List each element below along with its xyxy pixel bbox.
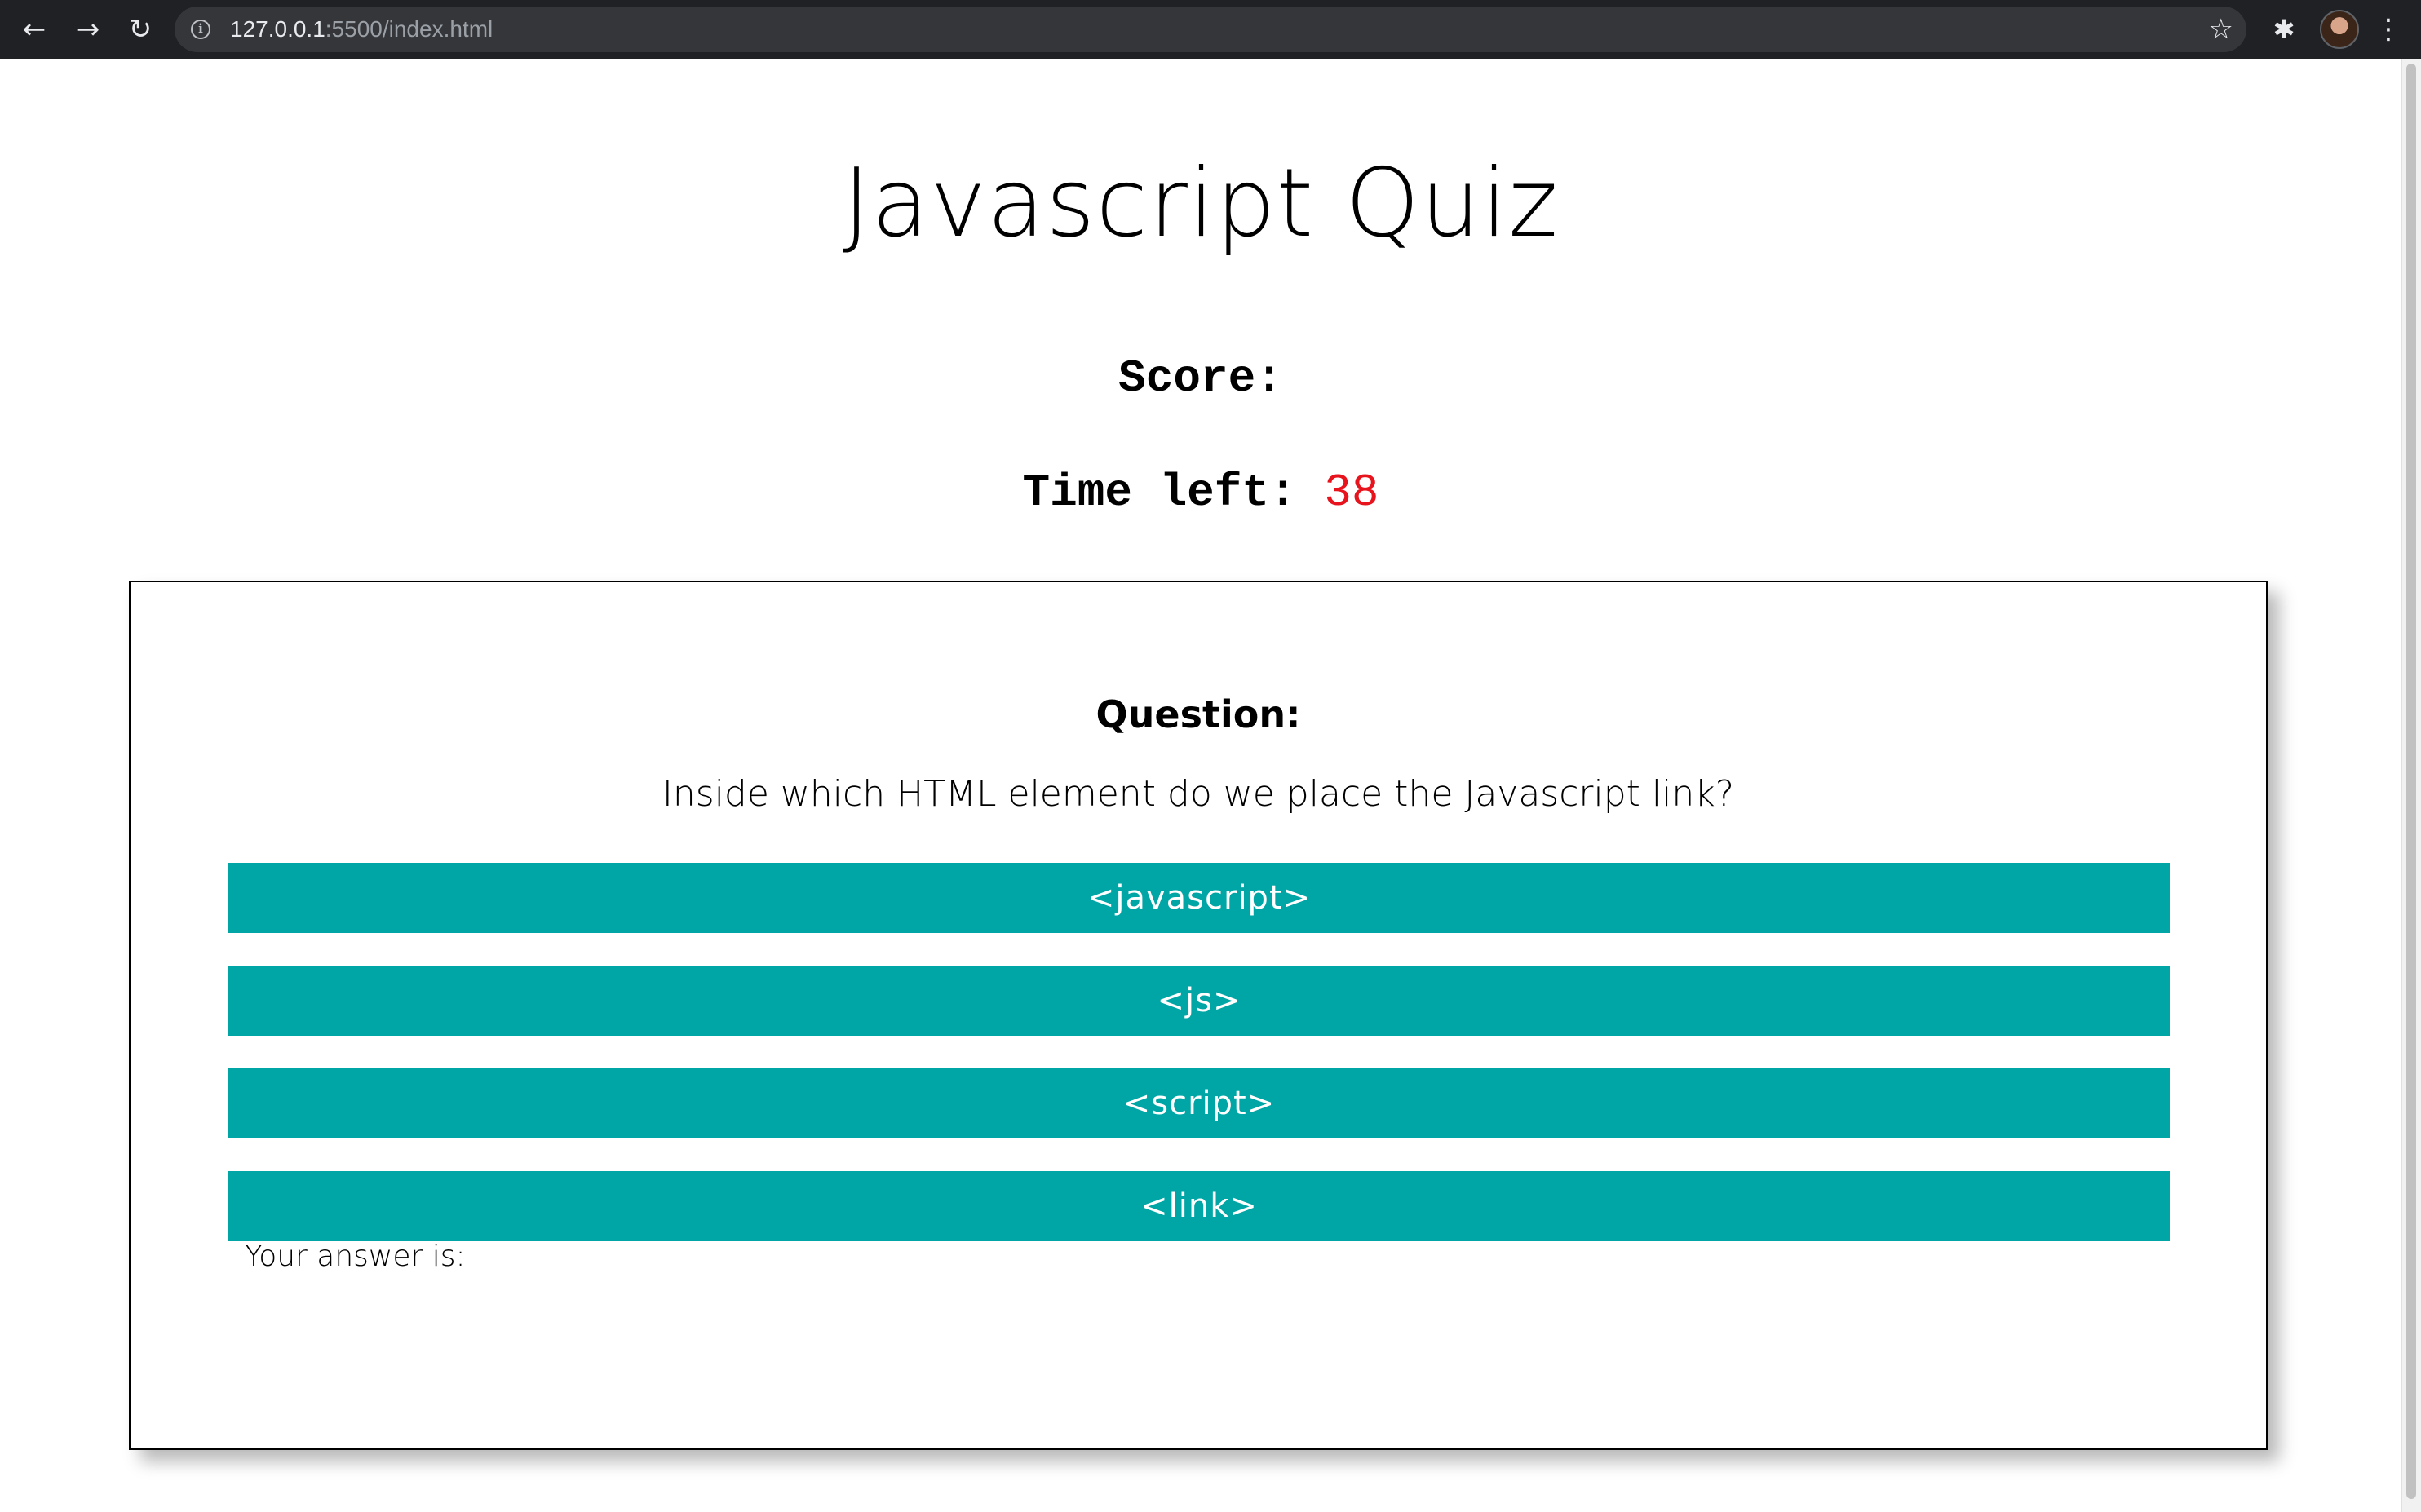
score-label: Score: [1118,352,1283,405]
quiz-card: Question: Inside which HTML element do w… [129,581,2268,1450]
time-left-value: 38 [1324,466,1379,519]
address-bar[interactable]: i 127.0.0.1:5500/index.html ☆ [175,7,2246,52]
browser-toolbar: ← → ↻ i 127.0.0.1:5500/index.html ☆ ✱ ⋮ [0,0,2421,59]
time-left-label: Time left: [1022,466,1297,519]
answer-button-javascript[interactable]: <javascript> [228,863,2170,933]
answer-button-js[interactable]: <js> [228,966,2170,1036]
answer-feedback: Your answer is: [245,1240,466,1273]
bookmark-star-icon[interactable]: ☆ [2209,7,2233,52]
browser-window: ← → ↻ i 127.0.0.1:5500/index.html ☆ ✱ ⋮ … [0,0,2421,1512]
back-icon[interactable]: ← [16,11,52,47]
url-text[interactable]: 127.0.0.1:5500/index.html [230,7,493,52]
profile-avatar[interactable] [2320,10,2359,49]
extensions-icon[interactable]: ✱ [2266,11,2302,47]
question-heading: Question: [1095,692,1301,736]
answer-button-script[interactable]: <script> [228,1068,2170,1138]
page-title: Javascript Quiz [842,148,1560,259]
forward-icon[interactable]: → [70,11,106,47]
answer-button-link[interactable]: <link> [228,1171,2170,1241]
browser-menu-icon[interactable]: ⋮ [2374,11,2403,47]
url-host: 127.0.0.1 [230,16,325,42]
scrollbar-thumb[interactable] [2406,64,2416,1499]
url-path: :5500/index.html [325,16,493,42]
reload-icon[interactable]: ↻ [122,11,158,47]
score-display: Score: [0,346,2401,411]
timer-display: Time left: 38 [0,460,2401,525]
question-text: Inside which HTML element do we place th… [662,773,1735,815]
site-info-icon[interactable]: i [191,20,210,39]
page-scrollbar[interactable] [2401,59,2421,1512]
